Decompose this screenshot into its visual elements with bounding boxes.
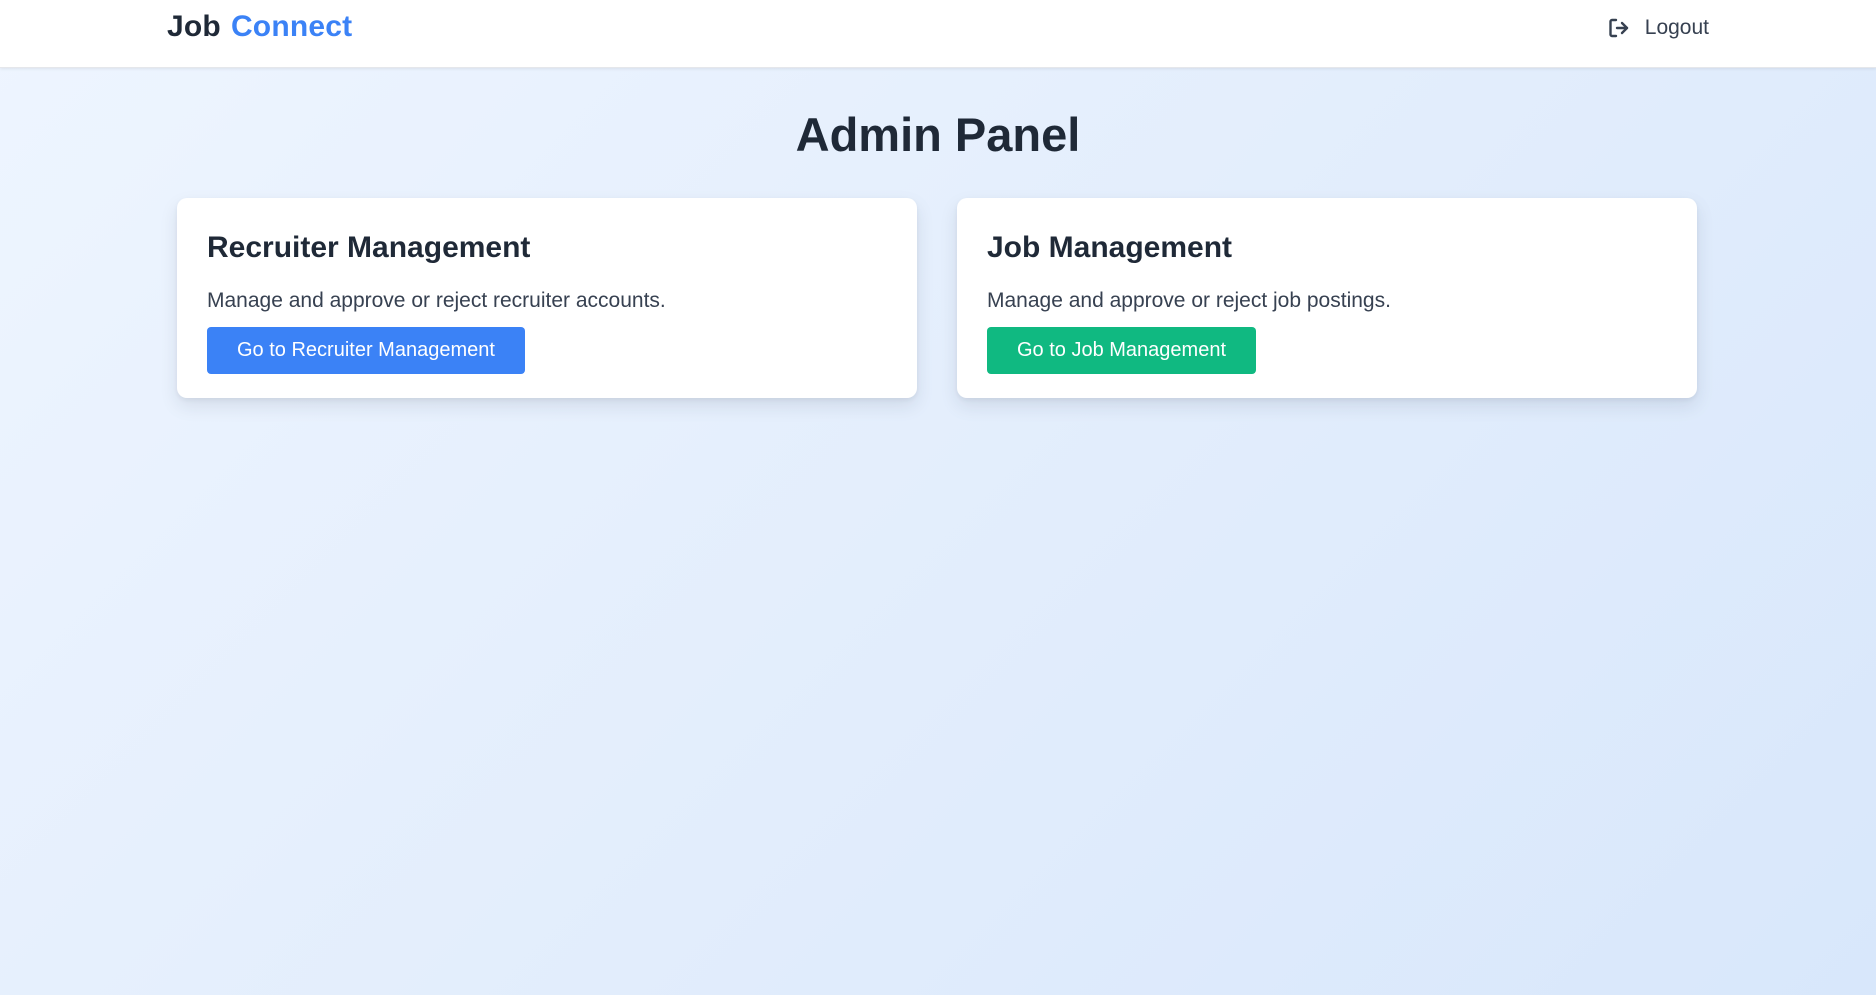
- card-title: Job Management: [987, 231, 1233, 264]
- recruiter-management-card: Recruiter Management Manage and approve …: [177, 198, 917, 398]
- page-title: Admin Panel: [795, 108, 1081, 161]
- go-to-job-management-button[interactable]: Go to Job Management: [987, 327, 1257, 374]
- go-to-recruiter-management-button[interactable]: Go to Recruiter Management: [207, 327, 525, 374]
- logout-button[interactable]: Logout: [1607, 16, 1709, 40]
- sign-out-icon: [1607, 16, 1631, 40]
- card-title: Recruiter Management: [207, 231, 531, 264]
- job-management-card: Job Management Manage and approve or rej…: [957, 198, 1697, 398]
- card-description: Manage and approve or reject recruiter a…: [207, 289, 666, 312]
- navbar: Job Connect Logout: [0, 0, 1876, 68]
- logout-label: Logout: [1644, 16, 1709, 39]
- card-description: Manage and approve or reject job posting…: [987, 289, 1391, 312]
- brand-logo[interactable]: Job Connect: [167, 10, 352, 44]
- brand-text-job: Job: [167, 10, 221, 43]
- brand-text-connect: Connect: [230, 10, 353, 43]
